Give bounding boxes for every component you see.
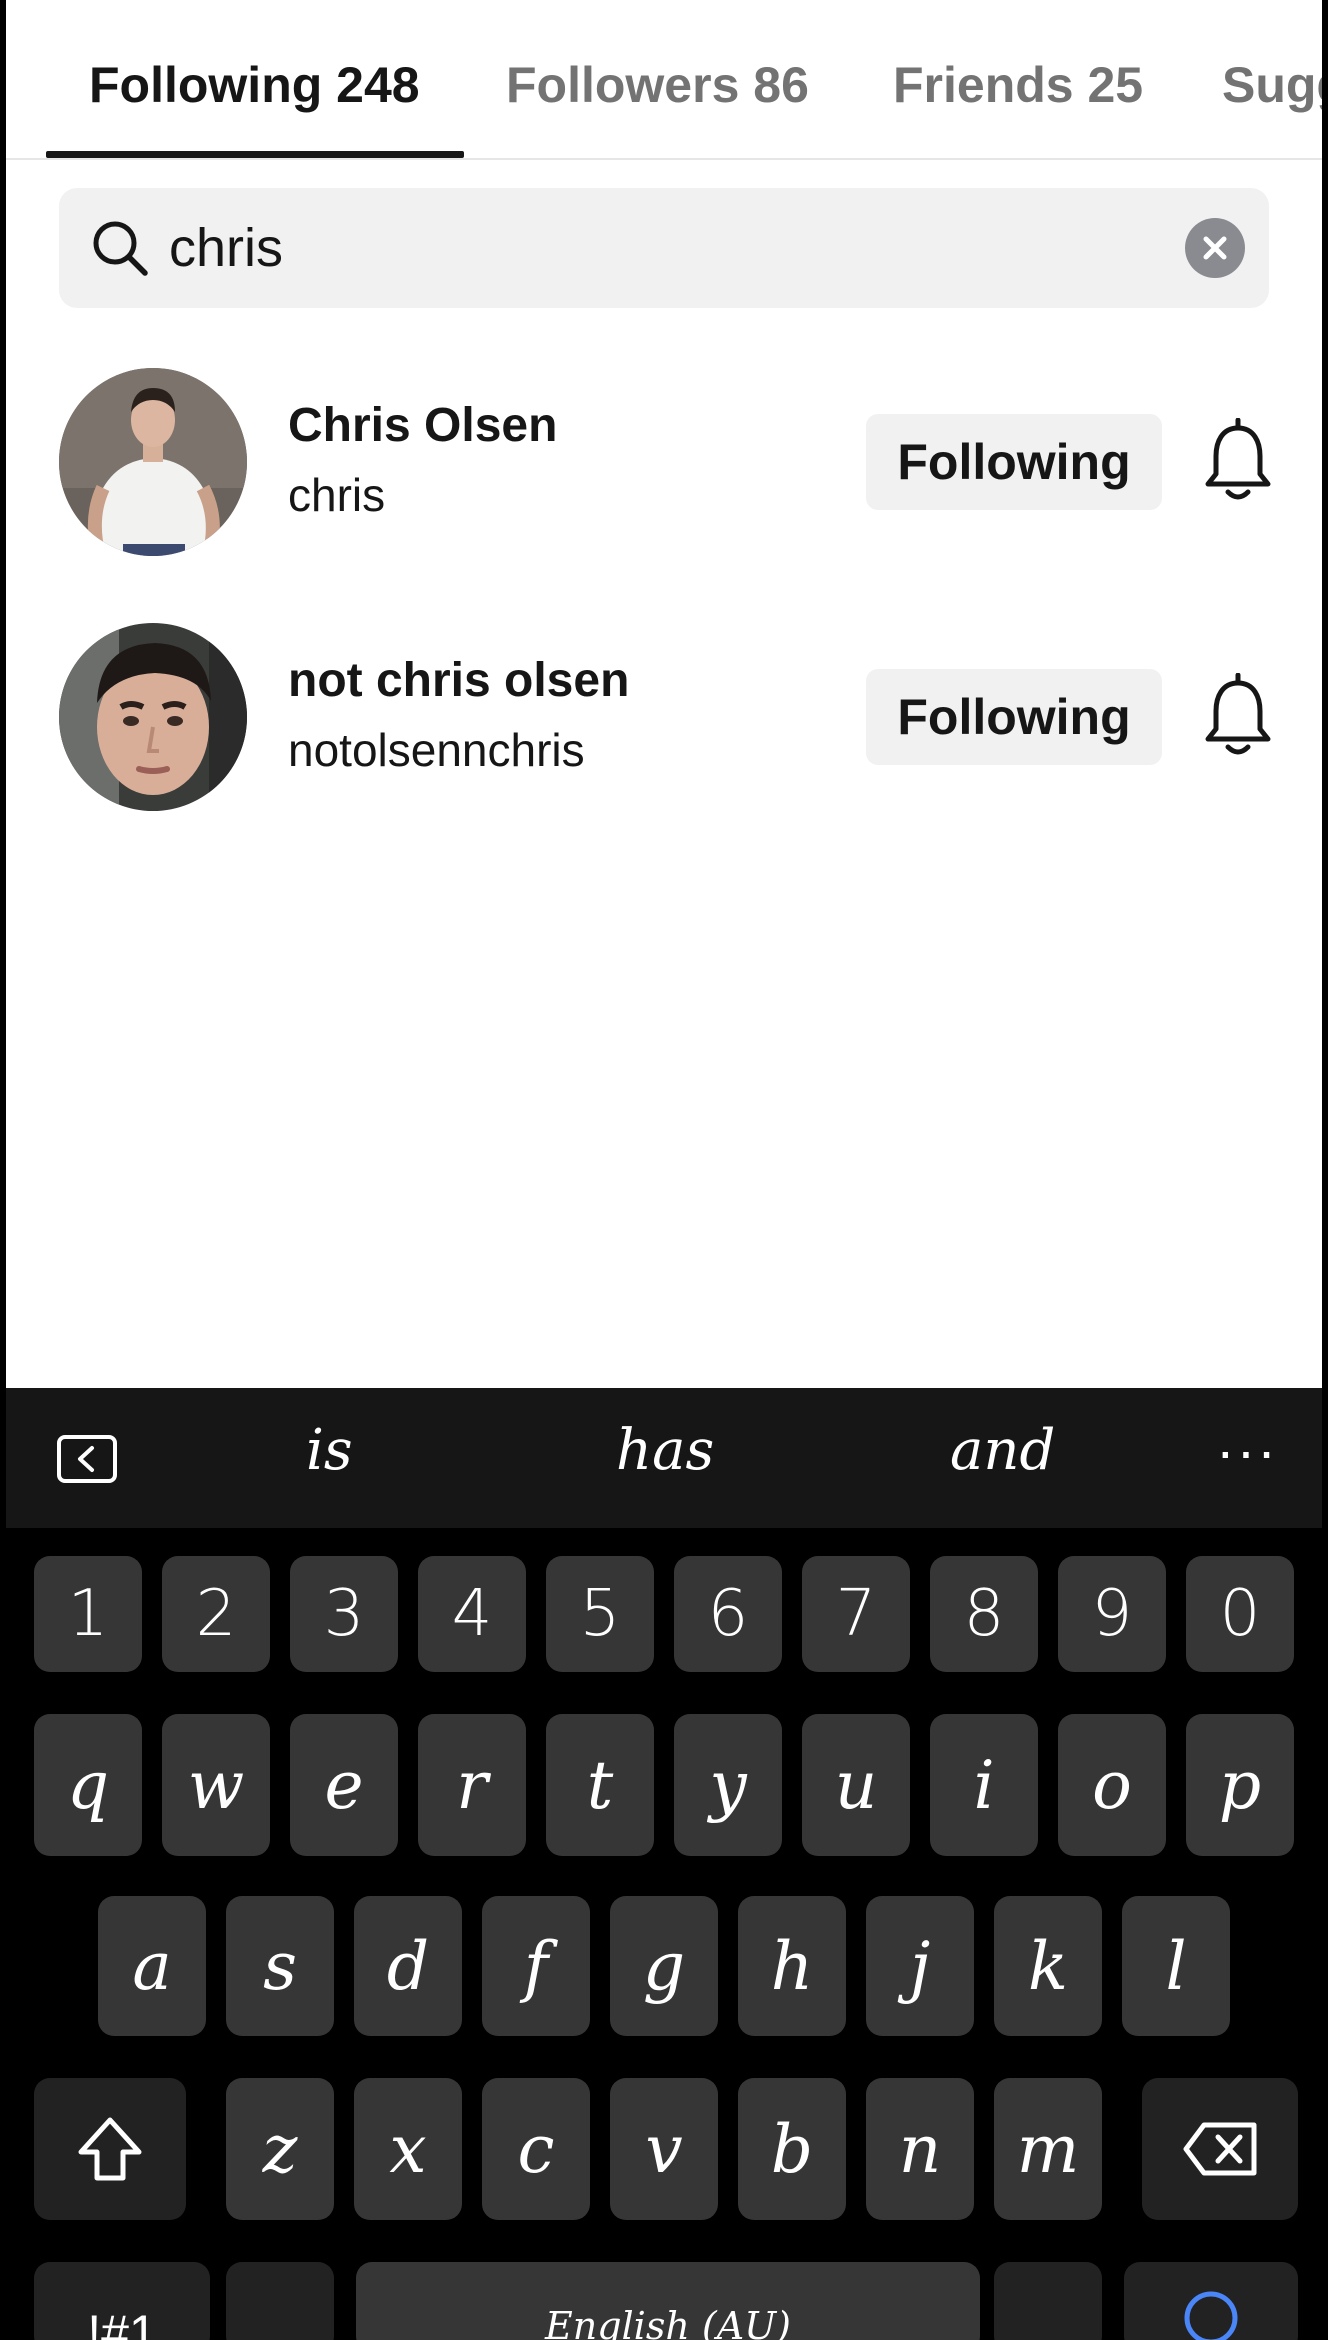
key-l[interactable]: l — [1122, 1896, 1230, 2036]
key-n[interactable]: n — [866, 2078, 974, 2220]
key-9[interactable]: 9 — [1058, 1556, 1166, 1672]
shift-icon — [78, 2117, 142, 2181]
key-8[interactable]: 8 — [930, 1556, 1038, 1672]
user-display-name: not chris olsen — [288, 654, 630, 707]
user-handle: chris — [288, 469, 386, 521]
avatar[interactable] — [59, 623, 247, 811]
backspace-key[interactable] — [1142, 2078, 1298, 2220]
keyboard-collapse-icon[interactable] — [56, 1434, 118, 1484]
key-h[interactable]: h — [738, 1896, 846, 2036]
key-5[interactable]: 5 — [546, 1556, 654, 1672]
key-7[interactable]: 7 — [802, 1556, 910, 1672]
key-j[interactable]: j — [866, 1896, 974, 2036]
clear-search-button[interactable] — [1185, 218, 1245, 278]
list-item[interactable]: Chris Olsen chris Following — [6, 368, 1322, 568]
key-0[interactable]: 0 — [1186, 1556, 1294, 1672]
key-2[interactable]: 2 — [162, 1556, 270, 1672]
key-1[interactable]: 1 — [34, 1556, 142, 1672]
more-options-button[interactable]: ··· — [1216, 1418, 1278, 1483]
key-s[interactable]: s — [226, 1896, 334, 2036]
key-x[interactable]: x — [354, 2078, 462, 2220]
key-y[interactable]: y — [674, 1714, 782, 1856]
key-c[interactable]: c — [482, 2078, 590, 2220]
list-item[interactable]: not chris olsen notolsennchris Following — [6, 623, 1322, 823]
key-q[interactable]: q — [34, 1714, 142, 1856]
tab-following[interactable]: Following 248 — [89, 56, 420, 114]
search-input[interactable] — [169, 212, 1169, 284]
suggestion-3[interactable]: and — [950, 1418, 1055, 1483]
key-i[interactable]: i — [930, 1714, 1038, 1856]
key-p[interactable]: p — [1186, 1714, 1294, 1856]
key-3[interactable]: 3 — [290, 1556, 398, 1672]
tab-suggested[interactable]: Sugg — [1222, 56, 1322, 114]
space-key[interactable]: English (AU) — [356, 2262, 980, 2340]
key-f[interactable]: f — [482, 1896, 590, 2036]
search-bar — [59, 188, 1269, 308]
key-d[interactable]: d — [354, 1896, 462, 2036]
active-tab-indicator — [46, 151, 464, 158]
suggestion-2[interactable]: has — [616, 1418, 714, 1483]
key-w[interactable]: w — [162, 1714, 270, 1856]
keyboard: is has and ··· 1234567890 qwertyuiop asdfg… — [6, 1388, 1322, 2340]
bell-icon[interactable] — [1202, 418, 1274, 504]
key-a[interactable]: a — [98, 1896, 206, 2036]
symbols-key[interactable]: !#1 — [34, 2262, 210, 2340]
user-handle: notolsennchris — [288, 724, 585, 776]
search-key[interactable] — [1124, 2262, 1298, 2340]
key-u[interactable]: u — [802, 1714, 910, 1856]
clear-icon — [1203, 236, 1227, 260]
key-b[interactable]: b — [738, 2078, 846, 2220]
avatar[interactable] — [59, 368, 247, 556]
key-k[interactable]: k — [994, 1896, 1102, 2036]
keyboard-toolbar: is has and ··· — [6, 1388, 1322, 1528]
key-g[interactable]: g — [610, 1896, 718, 2036]
key-z[interactable]: z — [226, 2078, 334, 2220]
tab-bar: Following 248 Followers 86 Friends 25 Su… — [6, 0, 1322, 160]
key-v[interactable]: v — [610, 2078, 718, 2220]
search-icon — [1184, 2291, 1238, 2340]
backspace-icon — [1183, 2122, 1257, 2176]
period-key[interactable] — [994, 2262, 1102, 2340]
key-6[interactable]: 6 — [674, 1556, 782, 1672]
tab-followers[interactable]: Followers 86 — [506, 56, 809, 114]
following-button[interactable]: Following — [866, 414, 1162, 510]
key-m[interactable]: m — [994, 2078, 1102, 2220]
comma-key[interactable] — [226, 2262, 334, 2340]
key-o[interactable]: o — [1058, 1714, 1166, 1856]
search-icon — [93, 221, 148, 276]
user-display-name: Chris Olsen — [288, 399, 558, 452]
tab-friends[interactable]: Friends 25 — [893, 56, 1143, 114]
key-e[interactable]: e — [290, 1714, 398, 1856]
suggestion-1[interactable]: is — [306, 1418, 353, 1483]
shift-key[interactable] — [34, 2078, 186, 2220]
key-t[interactable]: t — [546, 1714, 654, 1856]
key-4[interactable]: 4 — [418, 1556, 526, 1672]
following-screen: Following 248 Followers 86 Friends 25 Su… — [6, 0, 1322, 2340]
following-button[interactable]: Following — [866, 669, 1162, 765]
bell-icon[interactable] — [1202, 673, 1274, 759]
key-r[interactable]: r — [418, 1714, 526, 1856]
